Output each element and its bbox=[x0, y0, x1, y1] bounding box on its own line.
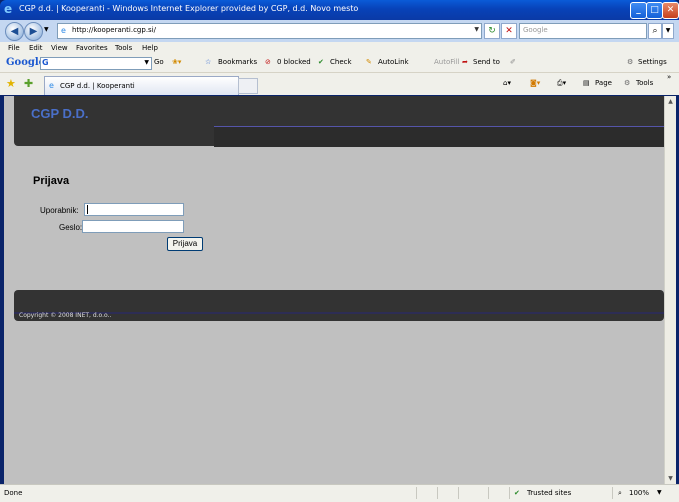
chevron-more-icon[interactable]: » bbox=[667, 73, 671, 81]
print-icon[interactable]: ⎙▾ bbox=[557, 79, 566, 88]
menu-bar: File Edit View Favorites Tools Help bbox=[0, 42, 679, 55]
trusted-sites-check-icon: ✔ bbox=[514, 489, 520, 497]
login-title: Prijava bbox=[33, 175, 70, 187]
status-divider bbox=[437, 487, 438, 499]
minimize-button[interactable]: _ bbox=[630, 2, 647, 19]
google-search-input[interactable]: G ▼ bbox=[40, 57, 152, 70]
new-tab-button[interactable] bbox=[238, 78, 258, 94]
menu-tools[interactable]: Tools bbox=[115, 44, 132, 52]
page-viewport: CGP D.D. Prijava Uporabnik: Geslo: Prija… bbox=[4, 96, 664, 484]
header-tab-strip bbox=[214, 126, 664, 147]
password-input[interactable] bbox=[82, 220, 184, 233]
window-title: CGP d.d. | Kooperanti - Windows Internet… bbox=[19, 4, 359, 13]
username-label: Uporabnik: bbox=[40, 206, 79, 215]
scroll-up-icon[interactable]: ▲ bbox=[665, 96, 676, 107]
password-label: Geslo: bbox=[59, 223, 83, 232]
settings-gear-icon: ⚙ bbox=[627, 58, 634, 66]
bookmarks-star-icon: ☆ bbox=[205, 58, 212, 66]
settings-button[interactable]: Settings bbox=[638, 58, 667, 66]
autolink-button[interactable]: AutoLink bbox=[378, 58, 409, 66]
menu-help[interactable]: Help bbox=[142, 44, 158, 52]
ie-logo-icon: e bbox=[4, 2, 13, 16]
status-divider bbox=[458, 487, 459, 499]
google-g-icon: G bbox=[42, 58, 49, 67]
page-icon: ▤ bbox=[583, 79, 590, 87]
pencil-icon[interactable]: ✐ bbox=[510, 58, 516, 66]
google-extras-icon[interactable]: ❀▾ bbox=[172, 58, 181, 66]
username-input[interactable] bbox=[84, 203, 184, 216]
scroll-down-icon[interactable]: ▼ bbox=[665, 473, 676, 484]
back-arrow-icon: ◀ bbox=[10, 26, 19, 37]
home-icon[interactable]: ⌂▾ bbox=[503, 79, 511, 87]
address-bar-row: ◀ ▶ ▼ e http://kooperanti.cgp.si/ ▼ ↻ ✕ … bbox=[0, 20, 679, 42]
search-placeholder: Google bbox=[523, 26, 548, 34]
google-toolbar: Google G ▼ Go ❀▾ ☆ Bookmarks ⊘ 0 blocked … bbox=[0, 55, 679, 73]
refresh-button[interactable]: ↻ bbox=[484, 23, 500, 39]
page-menu-button[interactable]: Page bbox=[595, 79, 612, 87]
title-bar: e CGP d.d. | Kooperanti - Windows Intern… bbox=[0, 0, 679, 20]
menu-edit[interactable]: Edit bbox=[29, 44, 43, 52]
zoom-level[interactable]: 100% bbox=[629, 489, 649, 497]
status-divider bbox=[416, 487, 417, 499]
stop-icon: ✕ bbox=[505, 26, 513, 36]
site-brand[interactable]: CGP D.D. bbox=[31, 106, 89, 121]
back-button[interactable]: ◀ bbox=[5, 22, 24, 41]
zoom-dropdown-icon[interactable]: ▼ bbox=[657, 489, 662, 496]
refresh-icon: ↻ bbox=[488, 26, 496, 36]
tools-gear-icon: ⚙ bbox=[624, 79, 631, 87]
menu-file[interactable]: File bbox=[8, 44, 20, 52]
close-button[interactable]: ✕ bbox=[662, 2, 679, 19]
tab-bar: ★ ✚ e CGP d.d. | Kooperanti ⌂▾ ◙▾ ⎙▾ ▤ P… bbox=[0, 73, 679, 95]
search-options-button[interactable]: ▼ bbox=[662, 23, 674, 39]
autolink-icon: ✎ bbox=[366, 58, 372, 66]
status-divider bbox=[488, 487, 489, 499]
recent-pages-dropdown-icon[interactable]: ▼ bbox=[44, 26, 49, 33]
footer-divider bbox=[14, 312, 664, 314]
autofill-button[interactable]: AutoFill bbox=[434, 58, 460, 66]
forward-button[interactable]: ▶ bbox=[24, 22, 43, 41]
security-zone[interactable]: Trusted sites bbox=[527, 489, 571, 497]
forward-arrow-icon: ▶ bbox=[29, 26, 38, 37]
page-icon: e bbox=[61, 26, 66, 35]
chevron-down-icon[interactable]: ▼ bbox=[144, 59, 149, 66]
maximize-button[interactable]: □ bbox=[646, 2, 663, 19]
status-text: Done bbox=[4, 489, 23, 497]
status-divider bbox=[612, 487, 613, 499]
menu-favorites[interactable]: Favorites bbox=[76, 44, 108, 52]
popup-blocked-count[interactable]: 0 blocked bbox=[277, 58, 311, 66]
zoom-magnifier-icon: ⌕ bbox=[618, 489, 622, 497]
search-field[interactable]: Google bbox=[519, 23, 647, 39]
add-favorites-icon[interactable]: ✚ bbox=[24, 77, 33, 90]
google-go-button[interactable]: Go bbox=[154, 58, 164, 66]
vertical-scrollbar[interactable]: ▲ ▼ bbox=[664, 96, 676, 484]
tab-kooperanti[interactable]: e CGP d.d. | Kooperanti bbox=[44, 76, 239, 95]
search-icon: ⌕ bbox=[652, 26, 658, 36]
search-button[interactable]: ⌕ bbox=[648, 23, 662, 39]
address-text: http://kooperanti.cgp.si/ bbox=[72, 26, 156, 34]
check-button[interactable]: Check bbox=[330, 58, 352, 66]
page-icon: e bbox=[49, 81, 54, 90]
tab-label: CGP d.d. | Kooperanti bbox=[60, 82, 135, 90]
copyright-text: Copyright © 2008 INET, d.o.o.. bbox=[19, 312, 112, 319]
bookmarks-button[interactable]: Bookmarks bbox=[218, 58, 257, 66]
stop-button[interactable]: ✕ bbox=[501, 23, 517, 39]
address-field[interactable]: e http://kooperanti.cgp.si/ ▼ bbox=[57, 23, 482, 39]
address-dropdown-icon[interactable]: ▼ bbox=[474, 26, 479, 33]
chevron-down-icon: ▼ bbox=[665, 27, 671, 34]
spellcheck-icon: ✔ bbox=[318, 58, 324, 66]
tools-menu-button[interactable]: Tools bbox=[636, 79, 653, 87]
menu-view[interactable]: View bbox=[51, 44, 68, 52]
site-footer: Copyright © 2008 INET, d.o.o.. bbox=[14, 290, 664, 321]
text-cursor bbox=[87, 205, 88, 214]
favorites-star-icon[interactable]: ★ bbox=[6, 77, 16, 90]
site-header: CGP D.D. bbox=[14, 96, 664, 147]
popup-blocker-icon: ⊘ bbox=[265, 58, 271, 66]
send-to-icon: ➦ bbox=[462, 58, 468, 66]
send-to-button[interactable]: Send to bbox=[473, 58, 500, 66]
feeds-icon[interactable]: ◙▾ bbox=[530, 79, 540, 87]
status-bar: Done ✔ Trusted sites ⌕ 100% ▼ bbox=[0, 484, 679, 502]
browser-window: e CGP d.d. | Kooperanti - Windows Intern… bbox=[0, 0, 679, 502]
login-submit-button[interactable]: Prijava bbox=[167, 237, 203, 251]
status-divider bbox=[509, 487, 510, 499]
